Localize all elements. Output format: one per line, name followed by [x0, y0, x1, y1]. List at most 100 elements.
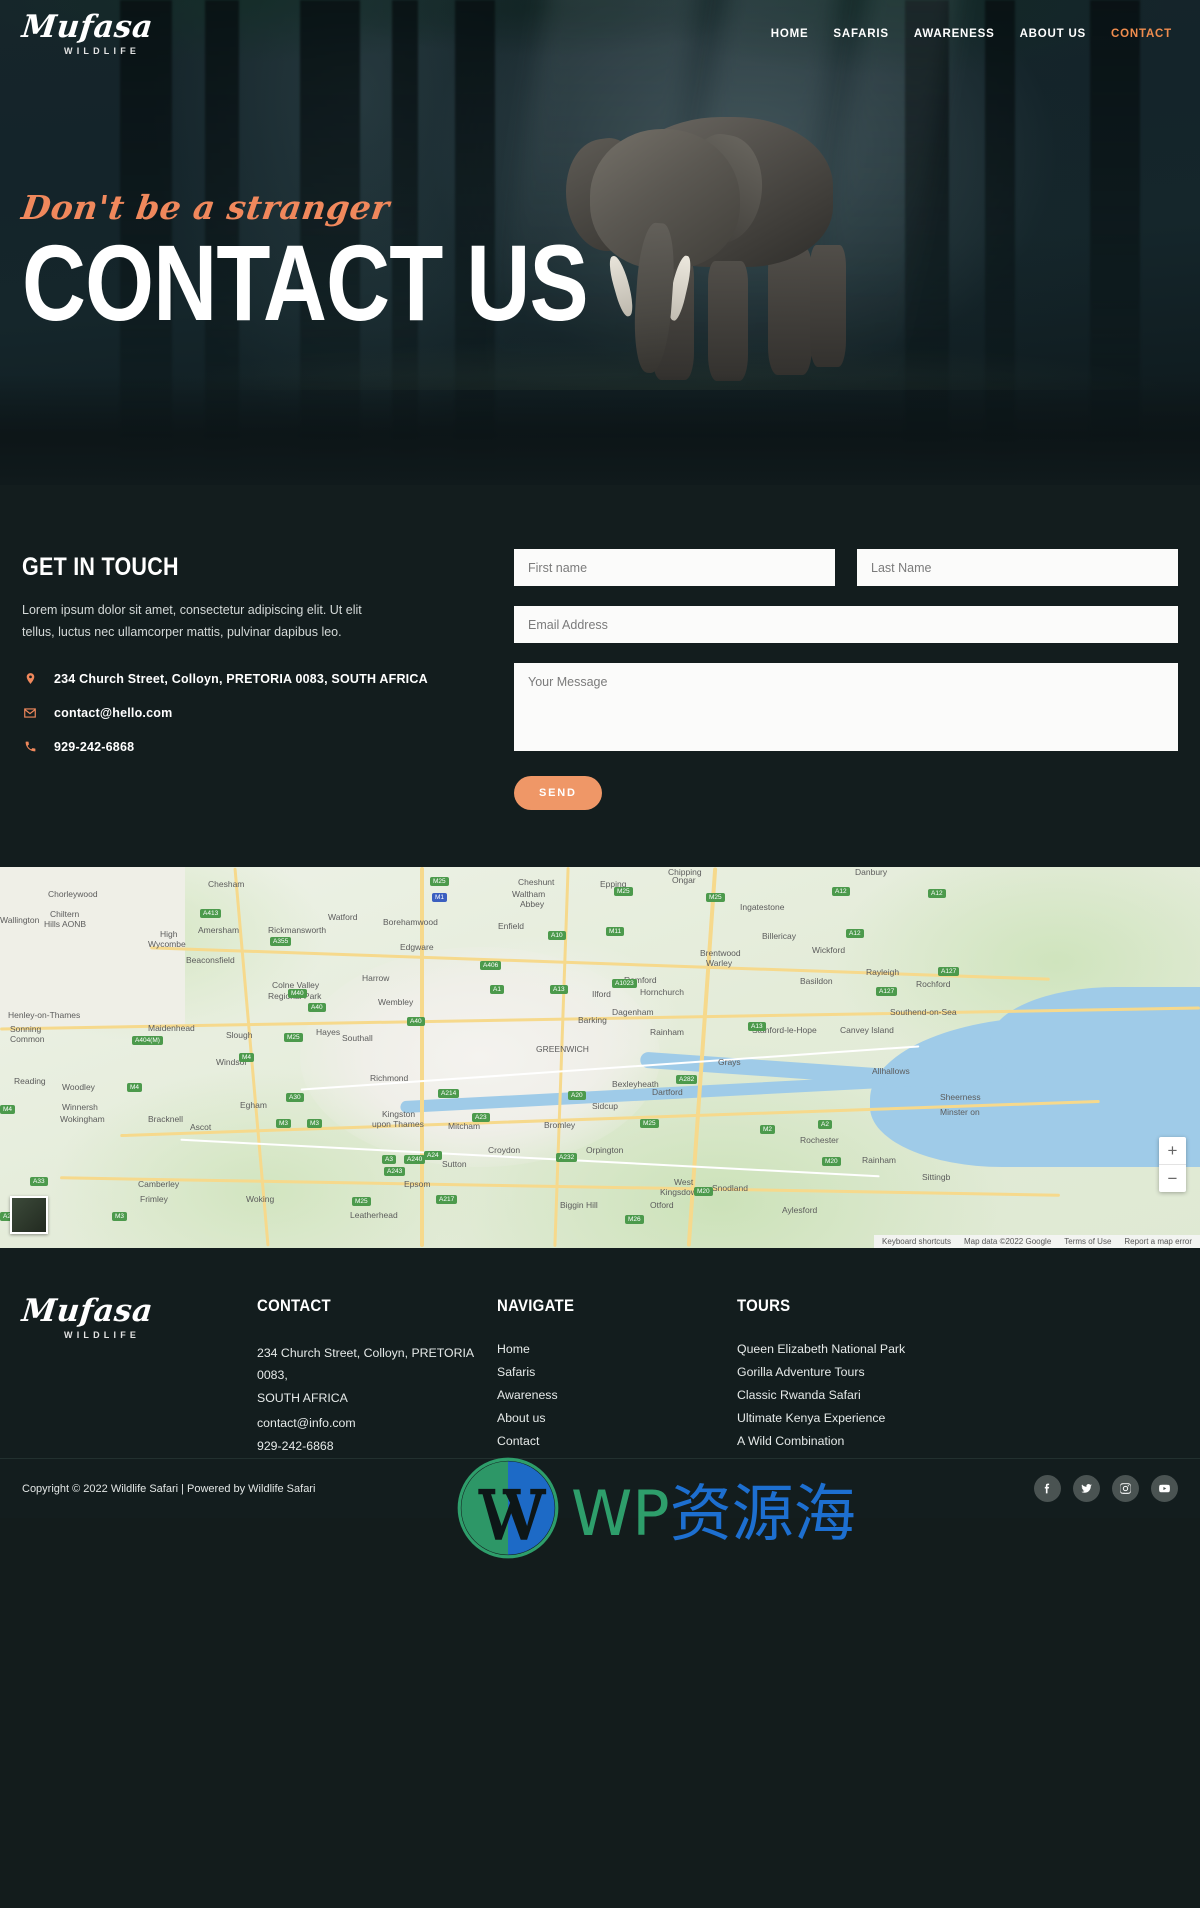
map-badge: A3 — [382, 1155, 396, 1164]
get-in-touch-heading: GET IN TOUCH — [22, 553, 179, 581]
map-place-label: Hills AONB — [44, 919, 87, 929]
facebook-icon[interactable] — [1034, 1475, 1061, 1502]
map-place-label: Sittingb — [922, 1172, 951, 1182]
map-place-label: Dagenham — [612, 1007, 654, 1017]
map-place-label: Minster on — [940, 1107, 980, 1117]
map-badge: A40 — [308, 1003, 326, 1012]
footer-logo-name: Mufasa — [20, 1293, 155, 1329]
footer-nav-safaris[interactable]: Safaris — [497, 1365, 737, 1379]
footer-tour-ultimate-kenya[interactable]: Ultimate Kenya Experience — [737, 1411, 1178, 1425]
get-in-touch-block: GET IN TOUCH Lorem ipsum dolor sit amet,… — [22, 547, 462, 810]
map-badge: A243 — [384, 1167, 406, 1176]
footer-tour-gorilla-adventure[interactable]: Gorilla Adventure Tours — [737, 1365, 1178, 1379]
contact-section: GET IN TOUCH Lorem ipsum dolor sit amet,… — [0, 485, 1200, 867]
map-place-label: Kingston — [382, 1109, 416, 1119]
footer-phone[interactable]: 929-242-6868 — [257, 1435, 497, 1457]
map-place-label: Wokingham — [60, 1114, 105, 1124]
map-badge: M25 — [284, 1033, 303, 1042]
phone-text: 929-242-6868 — [54, 739, 135, 754]
footer-nav-awareness[interactable]: Awareness — [497, 1388, 737, 1402]
contact-form: SEND — [462, 547, 1178, 810]
map-place-label: Wickford — [812, 945, 846, 955]
map-place-label: Rickmansworth — [268, 925, 327, 935]
footer-bottom-bar: Copyright © 2022 Wildlife Safari | Power… — [0, 1458, 1200, 1518]
hero-fade — [0, 375, 1200, 485]
footer-email[interactable]: contact@info.com — [257, 1412, 497, 1434]
map-place-label: Wembley — [378, 997, 414, 1007]
site-logo[interactable]: Mufasa WILDLIFE — [20, 9, 155, 56]
map-badge: A23 — [472, 1113, 490, 1122]
nav-item-safaris[interactable]: SAFARIS — [833, 28, 888, 40]
map-street-view-thumbnail[interactable] — [10, 1196, 48, 1234]
google-map[interactable]: Chorleywood Chesham Amersham Watford Boreham… — [0, 867, 1200, 1248]
footer-nav-about-us[interactable]: About us — [497, 1411, 737, 1425]
map-place-label: Sidcup — [592, 1101, 618, 1111]
footer-tour-wild-combination[interactable]: A Wild Combination — [737, 1434, 1178, 1448]
footer-tour-classic-rwanda[interactable]: Classic Rwanda Safari — [737, 1388, 1178, 1402]
footer-nav-contact[interactable]: Contact — [497, 1434, 737, 1448]
map-badge: A1023 — [612, 979, 637, 988]
map-badge: A214 — [438, 1089, 460, 1098]
map-badge: A33 — [30, 1177, 48, 1186]
footer-address-line1: 234 Church Street, Colloyn, PRETORIA 008… — [257, 1346, 474, 1383]
nav-item-home[interactable]: HOME — [771, 28, 809, 40]
contact-info-email[interactable]: contact@hello.com — [22, 706, 462, 720]
map-place-label: Mitcham — [448, 1121, 481, 1131]
site-footer: Mufasa WILDLIFE CONTACT 234 Church Stree… — [0, 1248, 1200, 1518]
map-place-label: Wycombe — [148, 939, 186, 949]
envelope-icon — [22, 706, 38, 720]
map-place-label: GREENWICH — [536, 1044, 589, 1054]
map-place-label: Basildon — [800, 976, 833, 986]
map-badge: M4 — [127, 1083, 143, 1092]
map-place-label: Biggin Hill — [560, 1200, 598, 1210]
youtube-icon[interactable] — [1151, 1475, 1178, 1502]
map-badge: M40 — [288, 989, 307, 998]
twitter-icon[interactable] — [1073, 1475, 1100, 1502]
map-badge: M3 — [307, 1119, 323, 1128]
map-place-label: Rayleigh — [866, 967, 900, 977]
nav-item-about-us[interactable]: ABOUT US — [1020, 28, 1086, 40]
map-badge: A13 — [550, 985, 568, 994]
terms-of-use-link[interactable]: Terms of Use — [1064, 1237, 1111, 1246]
map-badge: M25 — [430, 877, 449, 886]
map-place-label: Richmond — [370, 1073, 409, 1083]
map-badge: A1 — [490, 985, 504, 994]
nav-item-awareness[interactable]: AWARENESS — [914, 28, 995, 40]
map-place-label: Danbury — [855, 867, 888, 877]
footer-logo[interactable]: Mufasa WILDLIFE — [20, 1293, 257, 1457]
footer-tour-queen-elizabeth[interactable]: Queen Elizabeth National Park — [737, 1342, 1178, 1356]
location-pin-icon — [22, 672, 38, 685]
map-badge: M4 — [0, 1105, 16, 1114]
main-navigation: HOME SAFARIS AWARENESS ABOUT US CONTACT — [771, 28, 1172, 40]
footer-nav-home[interactable]: Home — [497, 1342, 737, 1356]
send-button[interactable]: SEND — [514, 776, 602, 810]
zoom-in-button[interactable]: + — [1159, 1137, 1186, 1164]
last-name-input[interactable] — [857, 549, 1178, 586]
first-name-input[interactable] — [514, 549, 835, 586]
nav-item-contact[interactable]: CONTACT — [1111, 28, 1172, 40]
email-input[interactable] — [514, 606, 1178, 643]
map-badge: A2 — [818, 1120, 832, 1129]
map-badge: M3 — [276, 1119, 292, 1128]
map-badge: A10 — [548, 931, 566, 940]
keyboard-shortcuts-link[interactable]: Keyboard shortcuts — [882, 1237, 951, 1246]
map-place-label: Rainham — [650, 1027, 685, 1037]
map-urban-area — [300, 947, 660, 1167]
map-place-label: Sonning — [10, 1024, 42, 1034]
report-map-error-link[interactable]: Report a map error — [1124, 1237, 1192, 1246]
message-textarea[interactable] — [514, 663, 1178, 751]
instagram-icon[interactable] — [1112, 1475, 1139, 1502]
map-badge: A217 — [436, 1195, 458, 1204]
map-zoom-controls[interactable]: + − — [1159, 1137, 1186, 1192]
map-place-label: Rochford — [916, 979, 951, 989]
map-place-label: Southend-on-Sea — [890, 1007, 957, 1017]
map-place-label: Edgware — [400, 942, 434, 952]
contact-info-phone[interactable]: 929-242-6868 — [22, 740, 462, 754]
map-place-label: Maidenhead — [148, 1023, 195, 1033]
map-place-label: Croydon — [488, 1145, 521, 1155]
map-place-label: Rochester — [800, 1135, 839, 1145]
map-badge: M26 — [625, 1215, 644, 1224]
map-place-label: Wallington — [0, 915, 40, 925]
zoom-out-button[interactable]: − — [1159, 1165, 1186, 1192]
map-badge: M20 — [822, 1157, 841, 1166]
